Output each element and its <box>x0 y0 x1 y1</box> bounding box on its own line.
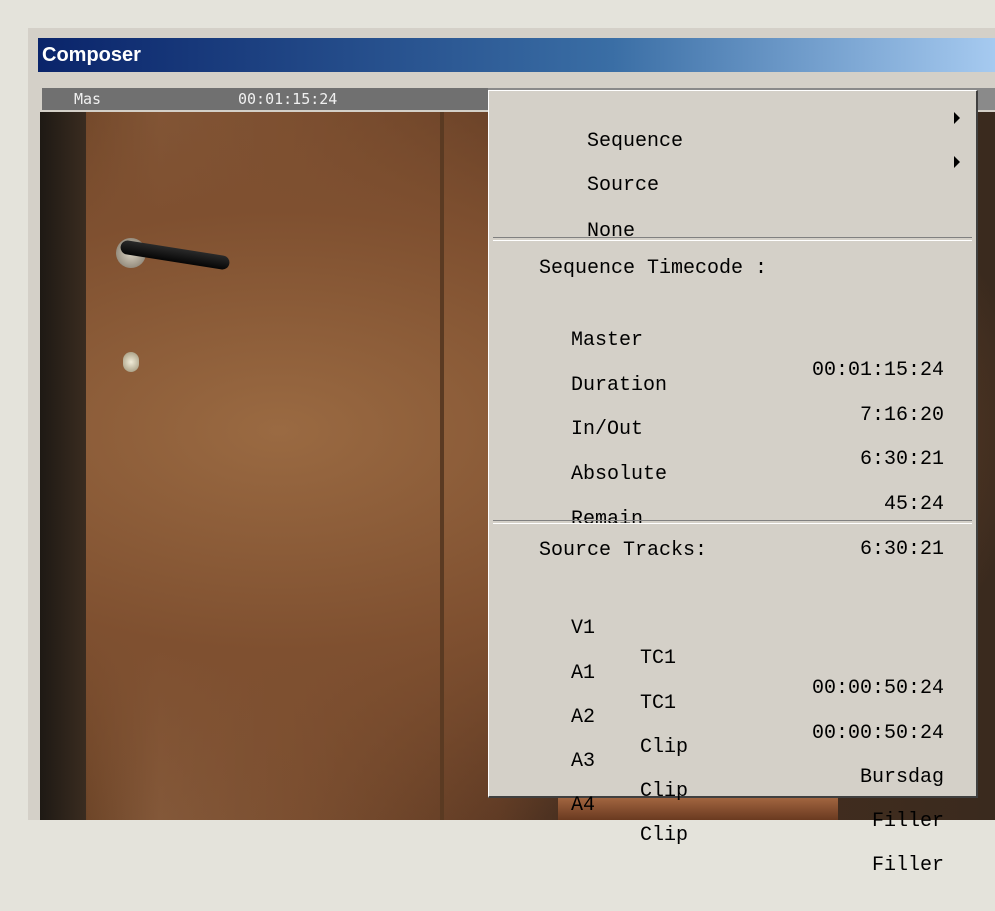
source-tracks-header: Source Tracks: <box>539 539 708 562</box>
submenu-arrow-icon <box>954 112 960 124</box>
menu-item-none[interactable]: None <box>539 197 635 266</box>
timecode-display-bar[interactable]: Mas 00:01:15:24 <box>42 88 488 110</box>
timecode-row-absolute[interactable]: Absolute 45:24 <box>489 430 976 516</box>
track-row-a2[interactable]: A2 Clip Bursdag <box>489 673 976 789</box>
track-row-v1[interactable]: V1 TC1 00:00:50:24 <box>489 584 976 700</box>
track-row-a1[interactable]: A1 TC1 00:00:50:24 <box>489 629 976 745</box>
sequence-timecode-header: Sequence Timecode : <box>539 257 768 280</box>
row-value: 6:30:21 <box>859 538 944 561</box>
door-keyhole <box>123 352 139 372</box>
menu-separator <box>493 520 972 524</box>
window-title-bar[interactable]: Composer <box>38 38 995 72</box>
timecode-row-master[interactable]: Master 00:01:15:24 <box>489 296 976 382</box>
menu-item-label: Sequence <box>587 130 684 153</box>
timecode-context-menu: Sequence Source None Sequence Timecode :… <box>488 90 978 877</box>
track-value: Filler <box>871 810 944 833</box>
track-value: Filler <box>871 854 944 877</box>
menu-item-label: Source <box>587 174 660 197</box>
timecode-value: 00:01:15:24 <box>238 90 338 108</box>
track-row-a3[interactable]: A3 Clip Filler <box>489 717 976 833</box>
timecode-row-duration[interactable]: Duration 7:16:20 <box>489 341 976 427</box>
track-name: A4 <box>571 794 596 817</box>
timecode-row-remain[interactable]: Remain 6:30:21 <box>489 475 976 561</box>
timecode-row-in-out[interactable]: In/Out 6:30:21 <box>489 385 976 471</box>
timecode-label[interactable]: Mas <box>74 88 101 110</box>
window-title: Composer <box>42 44 141 66</box>
submenu-arrow-icon <box>954 156 960 168</box>
menu-separator <box>493 237 972 241</box>
track-row-a4[interactable]: A4 Clip Filler <box>489 761 976 877</box>
door-frame <box>40 112 86 820</box>
track-type: Clip <box>640 824 689 847</box>
door-edge <box>440 112 444 820</box>
